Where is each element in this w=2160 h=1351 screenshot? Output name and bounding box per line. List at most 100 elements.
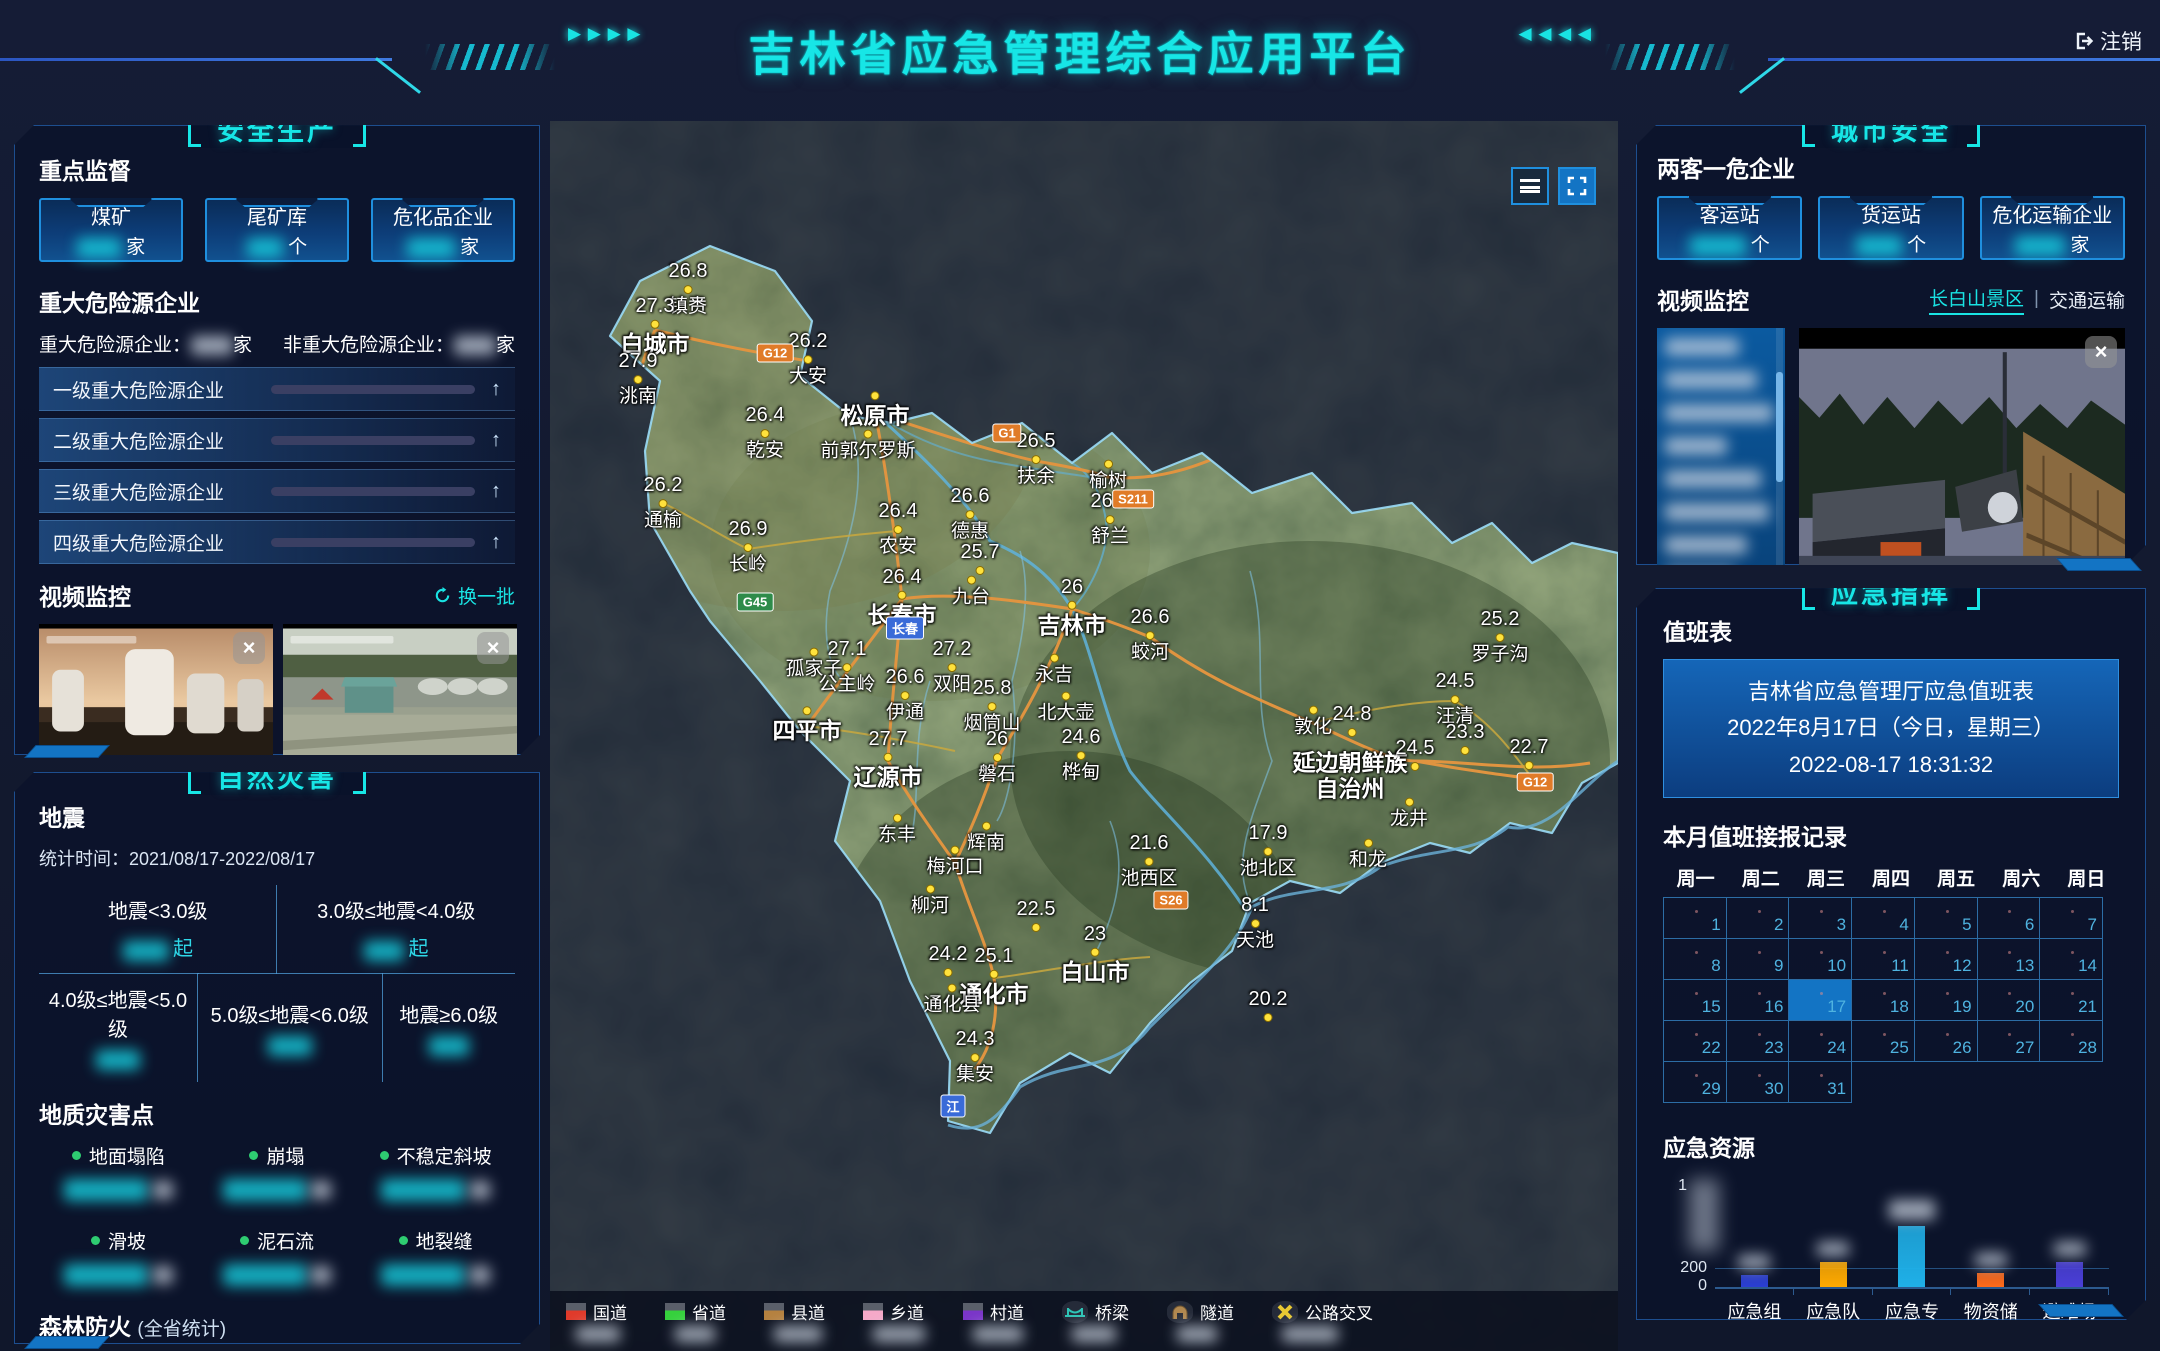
tab-changbaishan[interactable]: 长白山景区 [1929,284,2024,315]
calendar-day-15[interactable]: 15 [1664,980,1727,1021]
bar-避难场所 [2030,1183,2109,1289]
tailings-button[interactable]: 尾矿库 个 [205,198,349,262]
calendar-day-25[interactable]: 25 [1852,1021,1915,1062]
ytick-0: 0 [1667,1277,1707,1295]
header-diagonal-left [375,57,421,94]
calendar-day-9[interactable]: 9 [1727,939,1790,980]
calendar-day-1[interactable]: 1 [1664,898,1727,939]
weekday-label: 周三 [1793,864,1858,891]
hazchem-value: 家 [407,232,479,259]
calendar-day-29[interactable]: 29 [1664,1062,1727,1103]
camera-list-item[interactable] [1665,404,1771,428]
legend-item-村道: 村道 [963,1299,1024,1342]
calendar-day-17[interactable]: 17 [1789,980,1852,1021]
camera-list-item[interactable] [1665,371,1771,395]
calendar-day-14[interactable]: 14 [2040,939,2103,980]
hazard-level-row: 三级重大危险源企业↑ [39,469,515,513]
panel-accent [2038,1304,2124,1317]
calendar-day-11[interactable]: 11 [1852,939,1915,980]
resources-chart: 1 200 0 应急组织机构应急队伍应急专家物资储备库避难场所 [1663,1175,2119,1351]
geo-hazard-item: 滑坡 [39,1227,198,1286]
calendar-day-3[interactable]: 3 [1789,898,1852,939]
hazchem-label: 危化品企业 [393,201,493,230]
fullscreen-icon [1567,176,1587,196]
map-layers-button[interactable] [1511,167,1549,205]
calendar-day-8[interactable]: 8 [1664,939,1727,980]
city-safety-buttons: 客运站 个 货运站 个 危化运输企业 家 [1657,196,2125,260]
duty-line-1: 吉林省应急管理厅应急值班表 [1672,674,2110,710]
calendar-day-28[interactable]: 28 [2040,1021,2103,1062]
hazmat-transport-button[interactable]: 危化运输企业 家 [1980,196,2125,260]
calendar-day-7[interactable]: 7 [2040,898,2103,939]
logout-button[interactable]: 注销 [2072,26,2142,56]
bracket-right-icon [1967,574,1980,610]
geo-hazard-item: 崩塌 [198,1142,357,1201]
road-cross-icon [1272,1301,1298,1323]
calendar-day-26[interactable]: 26 [1915,1021,1978,1062]
earthquake-stat-time: 统计时间：2021/08/17-2022/08/17 [39,845,515,871]
video-source-tabs: 长白山景区 | 交通运输 [1929,284,2125,315]
calendar-day-31[interactable]: 31 [1789,1062,1852,1103]
calendar-day-5[interactable]: 5 [1915,898,1978,939]
dashboard-root: ▶ ▶ ▶ ▶ ◀ ◀ ◀ ◀ 吉林省应急管理综合应用平台 注销 [0,0,2160,1351]
ytick-top: 1 [1671,1177,1687,1195]
calendar-day-23[interactable]: 23 [1727,1021,1790,1062]
calendar-day-27[interactable]: 27 [1978,1021,2041,1062]
camera-list-item[interactable] [1665,338,1771,362]
map-controls [1511,167,1596,205]
calendar-day-10[interactable]: 10 [1789,939,1852,980]
calendar-day-16[interactable]: 16 [1727,980,1790,1021]
green-dot-icon [91,1236,100,1245]
camera-list-scrollbar-thumb[interactable] [1776,372,1783,482]
calendar-day-2[interactable]: 2 [1727,898,1790,939]
map-fullscreen-button[interactable] [1558,167,1596,205]
legend-square-icon [566,1303,586,1320]
header-diagonal-right [1739,57,1785,94]
tunnel-icon [1167,1301,1193,1323]
panel-accent [24,1336,110,1349]
header-line-right [1768,58,2160,61]
map-container[interactable]: 26.8镇赉27.3白城市27.9洮南26.2大安26.2通榆26.4乾安松原市… [550,121,1618,1351]
tailings-label: 尾矿库 [247,201,307,230]
panel-city-safety-title-text: 城市安全 [1815,109,1967,148]
freight-station-button[interactable]: 货运站 个 [1818,196,1963,260]
panel-safety-title: 安全生产 [15,109,539,148]
calendar-day-30[interactable]: 30 [1727,1062,1790,1103]
calendar-day-4[interactable]: 4 [1852,898,1915,939]
camera-list-item[interactable] [1665,503,1771,527]
panel-accent [24,745,110,758]
hazard-nonmajor-stat: 非重大危险源企业：家 [283,330,515,357]
green-dot-icon [380,1151,389,1160]
geo-hazard-item: 不稳定斜坡 [356,1142,515,1201]
video-thumb-1-close-icon[interactable]: × [233,632,265,664]
tab-transport[interactable]: 交通运输 [2049,286,2125,313]
camera-player-close-icon[interactable]: × [2085,336,2117,368]
duty-line-2: 2022年8月17日（今日，星期三） [1672,710,2110,746]
camera-list-item[interactable] [1665,437,1771,461]
calendar-day-18[interactable]: 18 [1852,980,1915,1021]
calendar-day-13[interactable]: 13 [1978,939,2041,980]
hazard-level-row: 二级重大危险源企业↑ [39,418,515,462]
calendar-day-22[interactable]: 22 [1664,1021,1727,1062]
coal-mine-label: 煤矿 [91,201,131,230]
weekday-label: 周一 [1663,864,1728,891]
passenger-station-button[interactable]: 客运站 个 [1657,196,1802,260]
category-label: 应急组织机构 [1715,1295,1794,1351]
camera-list-item[interactable] [1665,470,1771,494]
calendar-day-12[interactable]: 12 [1915,939,1978,980]
tailings-value: 个 [247,232,307,259]
coal-mine-button[interactable]: 煤矿 家 [39,198,183,262]
bridge-icon [1062,1301,1088,1323]
tab-separator: | [2034,288,2039,310]
calendar-day-19[interactable]: 19 [1915,980,1978,1021]
eq-cell-1: 地震<3.0级 起 [39,885,277,974]
video-thumb-2-close-icon[interactable]: × [477,632,509,664]
calendar-day-20[interactable]: 20 [1978,980,2041,1021]
calendar-day-24[interactable]: 24 [1789,1021,1852,1062]
calendar-day-21[interactable]: 21 [2040,980,2103,1021]
calendar-day-6[interactable]: 6 [1978,898,2041,939]
green-dot-icon [240,1236,249,1245]
hazchem-button[interactable]: 危化品企业 家 [371,198,515,262]
camera-list-item[interactable] [1665,536,1771,560]
refresh-batch-button[interactable]: 换一批 [433,582,515,609]
